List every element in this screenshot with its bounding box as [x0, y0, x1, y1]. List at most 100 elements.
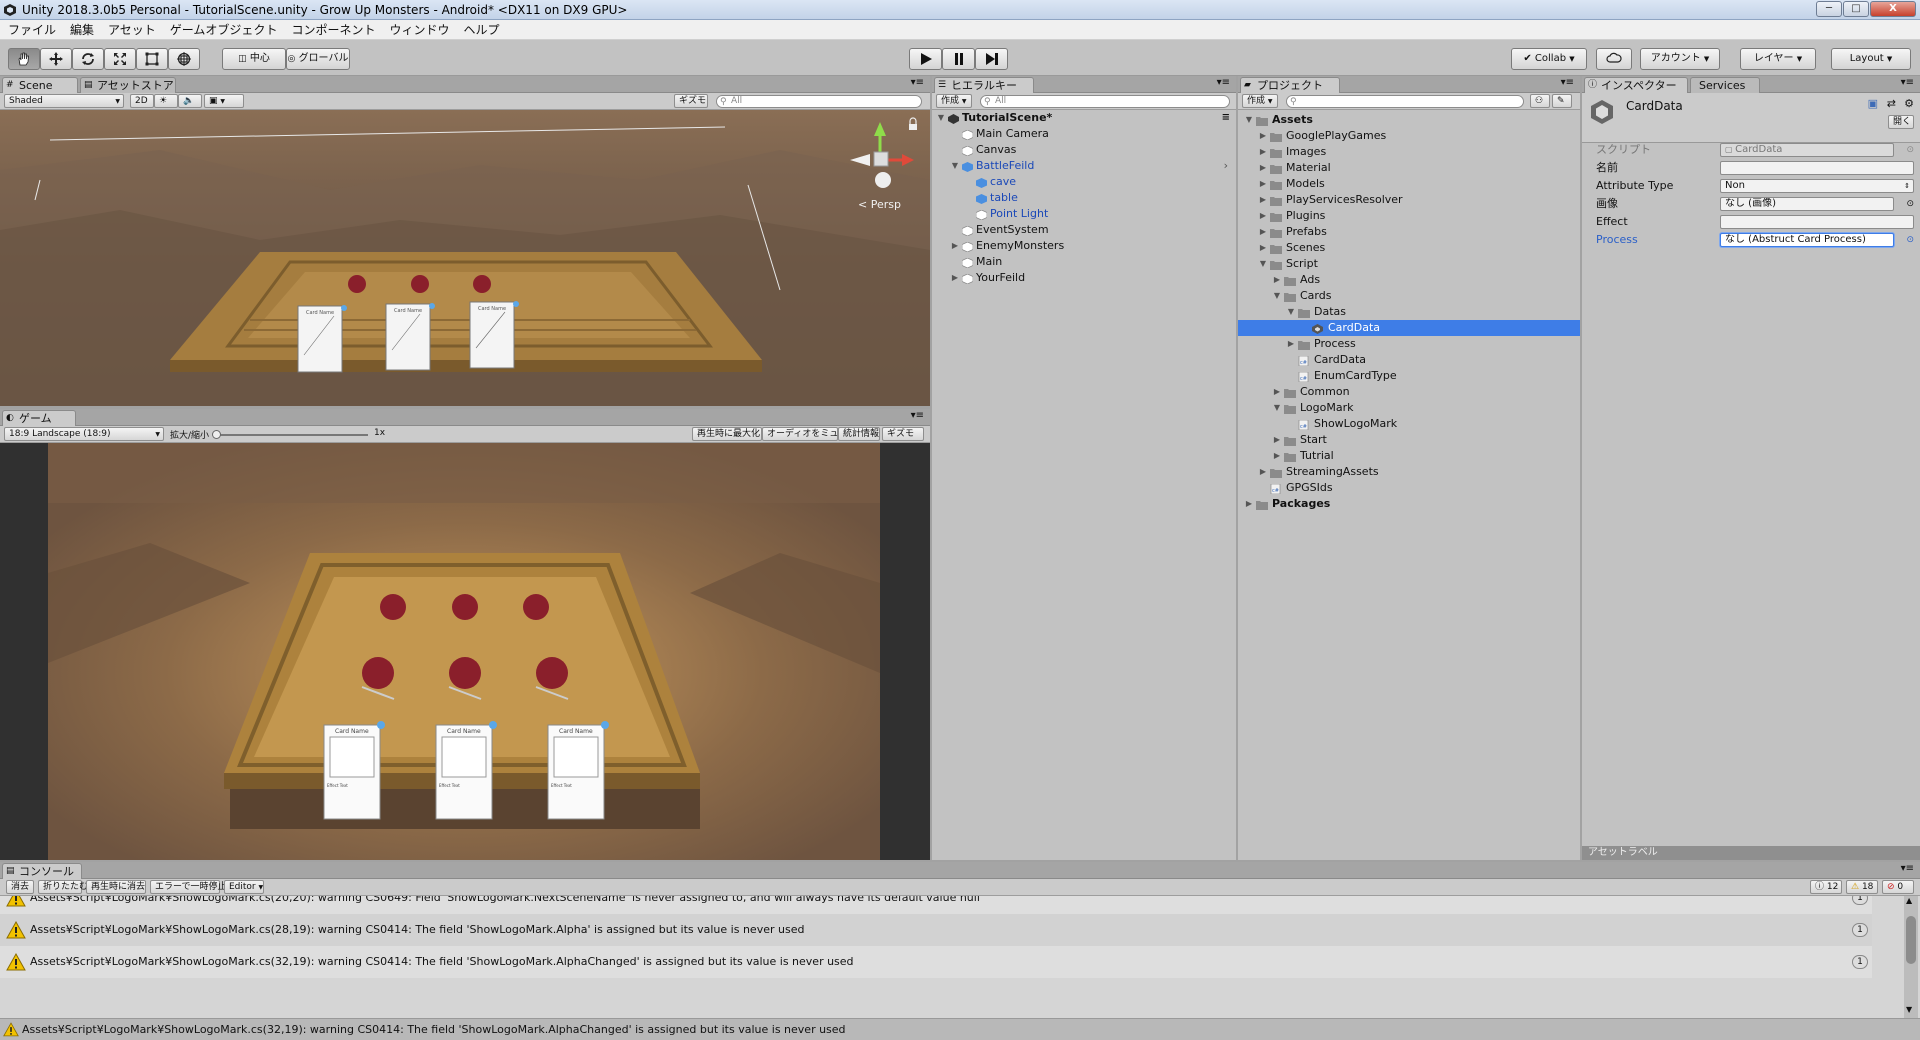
- tab-project[interactable]: ▰ プロジェクト: [1240, 77, 1340, 93]
- scene-gizmos-dropdown[interactable]: ギズモ: [674, 94, 708, 108]
- info-filter-toggle[interactable]: ⓘ 12: [1810, 880, 1842, 894]
- aspect-dropdown[interactable]: 18:9 Landscape (18:9) ▼: [4, 427, 164, 441]
- tab-game[interactable]: ◐ ゲーム: [2, 410, 76, 426]
- panel-menu-icon[interactable]: ▾≡: [1217, 77, 1230, 88]
- audio-toggle[interactable]: 🔈: [178, 94, 202, 108]
- filter-type-button[interactable]: ⚇: [1530, 94, 1550, 108]
- project-row[interactable]: ▶ Scenes: [1238, 240, 1580, 256]
- expand-arrow-icon[interactable]: ▶: [1258, 128, 1268, 144]
- expand-arrow-icon[interactable]: ▼: [950, 158, 960, 174]
- minimize-button[interactable]: ─: [1816, 1, 1842, 17]
- project-row[interactable]: ▼ Cards: [1238, 288, 1580, 304]
- project-row[interactable]: ▶ Tutrial: [1238, 448, 1580, 464]
- persp-label[interactable]: < Persp: [858, 198, 901, 211]
- collapse-arrow-icon[interactable]: ▼: [1258, 256, 1268, 272]
- menu-assets[interactable]: アセット: [108, 21, 156, 38]
- expand-arrow-icon[interactable]: ▶: [1258, 160, 1268, 176]
- move-tool-button[interactable]: [40, 48, 72, 70]
- expand-arrow-icon[interactable]: ▶: [950, 238, 960, 254]
- error-pause-toggle[interactable]: エラーで一時停止: [150, 880, 226, 894]
- console-scrollbar[interactable]: ▲ ▼: [1904, 896, 1918, 1018]
- expand-arrow-icon[interactable]: ▶: [1258, 208, 1268, 224]
- scale-tool-button[interactable]: [104, 48, 136, 70]
- image-object-field[interactable]: なし (画像): [1720, 197, 1894, 211]
- project-search-input[interactable]: ⚲: [1286, 95, 1524, 108]
- gear-icon[interactable]: ⚙: [1904, 97, 1914, 110]
- hierarchy-row[interactable]: Main: [932, 254, 1236, 270]
- effect-input[interactable]: [1720, 215, 1914, 229]
- project-row[interactable]: c# ShowLogoMark: [1238, 416, 1580, 432]
- project-create-dropdown[interactable]: 作成 ▼: [1242, 94, 1278, 108]
- expand-arrow-icon[interactable]: ▶: [1272, 272, 1282, 288]
- space-toggle-button[interactable]: ◎ グローバル: [286, 48, 350, 70]
- tab-console[interactable]: ▤ コンソール: [2, 863, 82, 879]
- tab-services[interactable]: Services: [1690, 77, 1760, 93]
- effects-dropdown[interactable]: ▣ ▼: [204, 94, 244, 108]
- warning-filter-toggle[interactable]: ⚠ 18: [1846, 880, 1878, 894]
- collapse-toggle[interactable]: 折りたたむ: [38, 880, 88, 894]
- menu-file[interactable]: ファイル: [8, 21, 56, 38]
- project-row[interactable]: ▼ Datas: [1238, 304, 1580, 320]
- console-scrollbar-thumb[interactable]: [1906, 916, 1916, 964]
- name-input[interactable]: [1720, 161, 1914, 175]
- scroll-up-icon[interactable]: ▲: [1906, 896, 1912, 905]
- rect-tool-button[interactable]: [136, 48, 168, 70]
- hierarchy-row[interactable]: cave: [932, 174, 1236, 190]
- game-gizmos-dropdown[interactable]: ギズモ: [882, 427, 924, 441]
- maximize-on-play-toggle[interactable]: 再生時に最大化: [692, 427, 762, 441]
- project-row[interactable]: ▶ PlayServicesResolver: [1238, 192, 1580, 208]
- hierarchy-scene-row[interactable]: ▼ TutorialScene* ≡: [932, 110, 1236, 126]
- cloud-button[interactable]: [1596, 48, 1632, 70]
- console-message[interactable]: Assets¥Script¥LogoMark¥ShowLogoMark.cs(3…: [0, 946, 1872, 978]
- pivot-toggle-button[interactable]: ◫ 中心: [222, 48, 286, 70]
- close-button[interactable]: X: [1870, 1, 1916, 17]
- toggle-2d-button[interactable]: 2D: [130, 94, 154, 108]
- project-row[interactable]: ▶ Process: [1238, 336, 1580, 352]
- menu-gameobject[interactable]: ゲームオブジェクト: [170, 21, 278, 38]
- object-picker-icon[interactable]: ⊙: [1906, 232, 1914, 248]
- expand-arrow-icon[interactable]: ▶: [1258, 144, 1268, 160]
- hierarchy-create-dropdown[interactable]: 作成 ▼: [936, 94, 972, 108]
- hand-tool-button[interactable]: [8, 48, 40, 70]
- project-row[interactable]: ▶ Plugins: [1238, 208, 1580, 224]
- hierarchy-row[interactable]: ▶ EnemyMonsters: [932, 238, 1236, 254]
- expand-arrow-icon[interactable]: ▶: [1258, 176, 1268, 192]
- panel-menu-icon[interactable]: ▾≡: [911, 77, 924, 88]
- rotate-tool-button[interactable]: [72, 48, 104, 70]
- project-row[interactable]: ▶ Ads: [1238, 272, 1580, 288]
- hierarchy-row[interactable]: Point Light: [932, 206, 1236, 222]
- tab-hierarchy[interactable]: ☰ ヒエラルキー: [934, 77, 1034, 93]
- project-row[interactable]: ▶ Packages: [1238, 496, 1580, 512]
- hierarchy-row[interactable]: ▼ BattleFeild ›: [932, 158, 1236, 174]
- expand-arrow-icon[interactable]: ▼: [936, 110, 946, 126]
- panel-menu-icon[interactable]: ▾≡: [1901, 77, 1914, 88]
- object-picker-icon[interactable]: ⊙: [1906, 142, 1914, 158]
- step-button[interactable]: [975, 48, 1008, 70]
- layout-dropdown[interactable]: Layout ▼: [1831, 48, 1911, 70]
- play-button[interactable]: [909, 48, 942, 70]
- project-row[interactable]: c# EnumCardType: [1238, 368, 1580, 384]
- menu-edit[interactable]: 編集: [70, 21, 94, 38]
- hierarchy-row[interactable]: EventSystem: [932, 222, 1236, 238]
- filter-label-button[interactable]: ✎: [1552, 94, 1572, 108]
- scene-viewport[interactable]: Card Name Card Name Card Name < Persp: [0, 110, 930, 406]
- transform-tool-button[interactable]: [168, 48, 200, 70]
- preset-icon[interactable]: ⇄: [1887, 97, 1896, 110]
- collapse-arrow-icon[interactable]: ▼: [1244, 112, 1254, 128]
- menu-help[interactable]: ヘルプ: [463, 21, 499, 38]
- maximize-button[interactable]: □: [1843, 1, 1869, 17]
- chevron-right-icon[interactable]: ›: [1224, 158, 1228, 174]
- hierarchy-row[interactable]: table: [932, 190, 1236, 206]
- expand-arrow-icon[interactable]: ▶: [1258, 192, 1268, 208]
- project-row[interactable]: c# CardData: [1238, 352, 1580, 368]
- hierarchy-row[interactable]: ▶ YourFeild: [932, 270, 1236, 286]
- layers-dropdown[interactable]: レイヤー ▼: [1740, 48, 1816, 70]
- project-row[interactable]: ▶ Prefabs: [1238, 224, 1580, 240]
- shading-mode-dropdown[interactable]: Shaded ▼: [4, 94, 124, 108]
- project-row[interactable]: ▼ Assets: [1238, 112, 1580, 128]
- menu-window[interactable]: ウィンドウ: [389, 21, 449, 38]
- expand-arrow-icon[interactable]: ▶: [1258, 224, 1268, 240]
- object-picker-icon[interactable]: ⊙: [1906, 196, 1914, 212]
- project-row[interactable]: ▼ Script: [1238, 256, 1580, 272]
- panel-menu-icon[interactable]: ▾≡: [911, 410, 924, 421]
